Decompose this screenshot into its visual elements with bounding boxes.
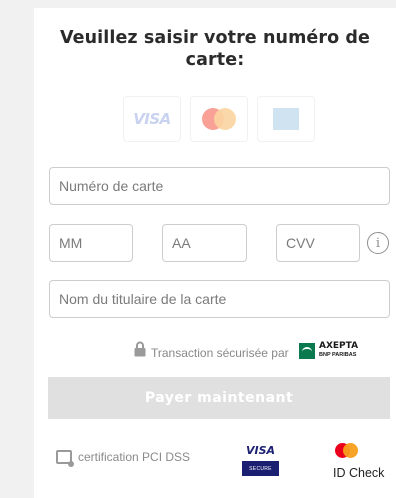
axepta-logo: AXEPTA BNP PARIBAS [299,341,361,361]
expiry-month-input[interactable] [59,235,132,251]
visa-logo: VISA [123,96,181,142]
mastercard-icon [335,443,359,459]
cvv-field[interactable] [276,224,360,262]
page-title: Veuillez saisir votre numéro de carte: [59,28,371,70]
expiry-year-field[interactable] [162,224,247,262]
id-check-text: ID Check [333,466,385,480]
mastercard-icon [202,108,236,130]
axepta-sub: BNP PARIBAS [319,352,357,358]
lock-icon [134,341,146,357]
pay-now-button[interactable]: Payer maintenant [48,377,390,419]
pci-certification: certification PCI DSS [56,450,191,467]
visa-secure-logo: VISA SECURE [242,445,279,479]
cvv-input[interactable] [286,235,359,251]
axepta-name: AXEPTA [319,341,359,351]
card-number-field[interactable] [49,167,390,205]
visa-logo-text: VISA [133,110,171,128]
card-number-input[interactable] [59,178,389,194]
mastercard-id-check-logo: ID Check [333,443,389,483]
amex-icon [273,108,299,130]
axepta-mark-icon [299,343,315,359]
mastercard-logo [190,96,248,142]
cardholder-input[interactable] [59,291,389,307]
cardholder-field[interactable] [49,280,390,318]
certificate-icon [56,450,74,467]
amex-logo [257,96,315,142]
pci-text: certification PCI DSS [78,450,191,464]
info-icon[interactable]: i [367,232,389,254]
expiry-month-field[interactable] [49,224,133,262]
visa-secure-bottom: SECURE [242,461,279,476]
visa-secure-top: VISA [245,444,276,457]
secure-transaction-text: Transaction sécurisée par [151,346,289,360]
expiry-year-input[interactable] [172,235,246,251]
